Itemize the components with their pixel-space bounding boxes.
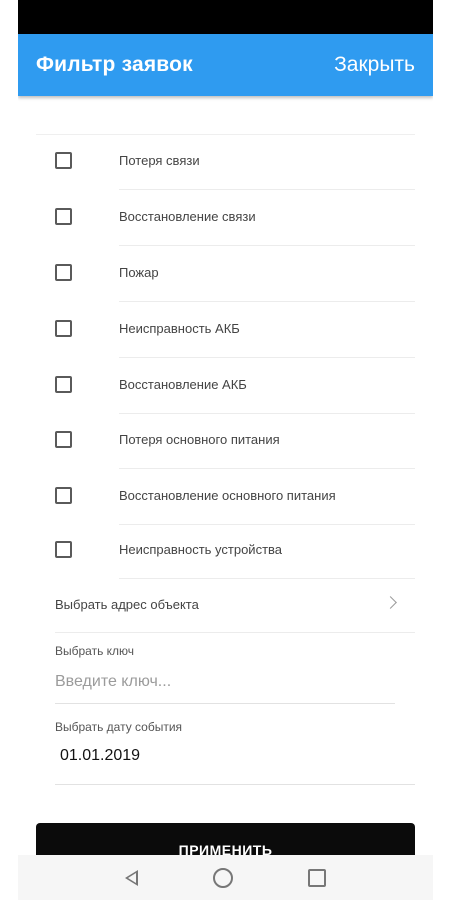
recent-square-icon[interactable] (307, 868, 326, 887)
navigation-bar (18, 855, 433, 900)
filter-row-main-power-loss[interactable]: Потеря основного питания (18, 413, 433, 469)
filter-row-device-fault[interactable]: Неисправность устройства (18, 523, 433, 579)
checkbox[interactable] (55, 320, 72, 337)
filter-label: Неисправность устройства (119, 542, 283, 557)
checkbox[interactable] (55, 264, 72, 281)
filter-label: Восстановление основного питания (119, 488, 336, 503)
checkbox[interactable] (55, 208, 72, 225)
status-bar (18, 0, 433, 34)
key-label: Выбрать ключ (55, 644, 135, 658)
key-input[interactable] (55, 670, 395, 694)
checkbox[interactable] (55, 152, 72, 169)
filter-row-connection-loss[interactable]: Потеря связи (18, 134, 433, 190)
filter-row-fire[interactable]: Пожар (18, 246, 433, 302)
date-value[interactable]: 01.01.2019 (60, 747, 140, 765)
filter-label: Восстановление связи (119, 209, 256, 224)
divider (55, 632, 415, 633)
back-triangle-icon[interactable] (125, 869, 139, 886)
filter-row-battery-fault[interactable]: Неисправность АКБ (18, 302, 433, 358)
phone-screen: Фильтр заявок Закрыть Потеря связи Восст… (18, 0, 433, 900)
filter-label: Потеря связи (119, 153, 200, 168)
filter-row-connection-restore[interactable]: Восстановление связи (18, 190, 433, 246)
filter-label: Неисправность АКБ (119, 321, 240, 336)
select-address-label: Выбрать адрес объекта (55, 597, 199, 612)
page-title: Фильтр заявок (36, 53, 193, 76)
filter-label: Пожар (119, 265, 159, 280)
date-divider (55, 784, 415, 785)
date-label: Выбрать дату события (55, 720, 183, 734)
filter-label: Потеря основного питания (119, 432, 280, 447)
chevron-right-icon (384, 596, 397, 609)
checkbox[interactable] (55, 541, 72, 558)
close-button[interactable]: Закрыть (334, 53, 415, 77)
home-circle-icon[interactable] (212, 867, 233, 888)
select-address-row[interactable]: Выбрать адрес объекта (18, 579, 433, 633)
checkbox[interactable] (55, 376, 72, 393)
key-divider (55, 703, 395, 704)
app-bar: Фильтр заявок Закрыть (18, 34, 433, 96)
checkbox[interactable] (55, 487, 72, 504)
filter-row-main-power-restore[interactable]: Восстановление основного питания (18, 469, 433, 525)
filter-label: Восстановление АКБ (119, 377, 247, 392)
checkbox[interactable] (55, 431, 72, 448)
filter-row-battery-restore[interactable]: Восстановление АКБ (18, 358, 433, 414)
